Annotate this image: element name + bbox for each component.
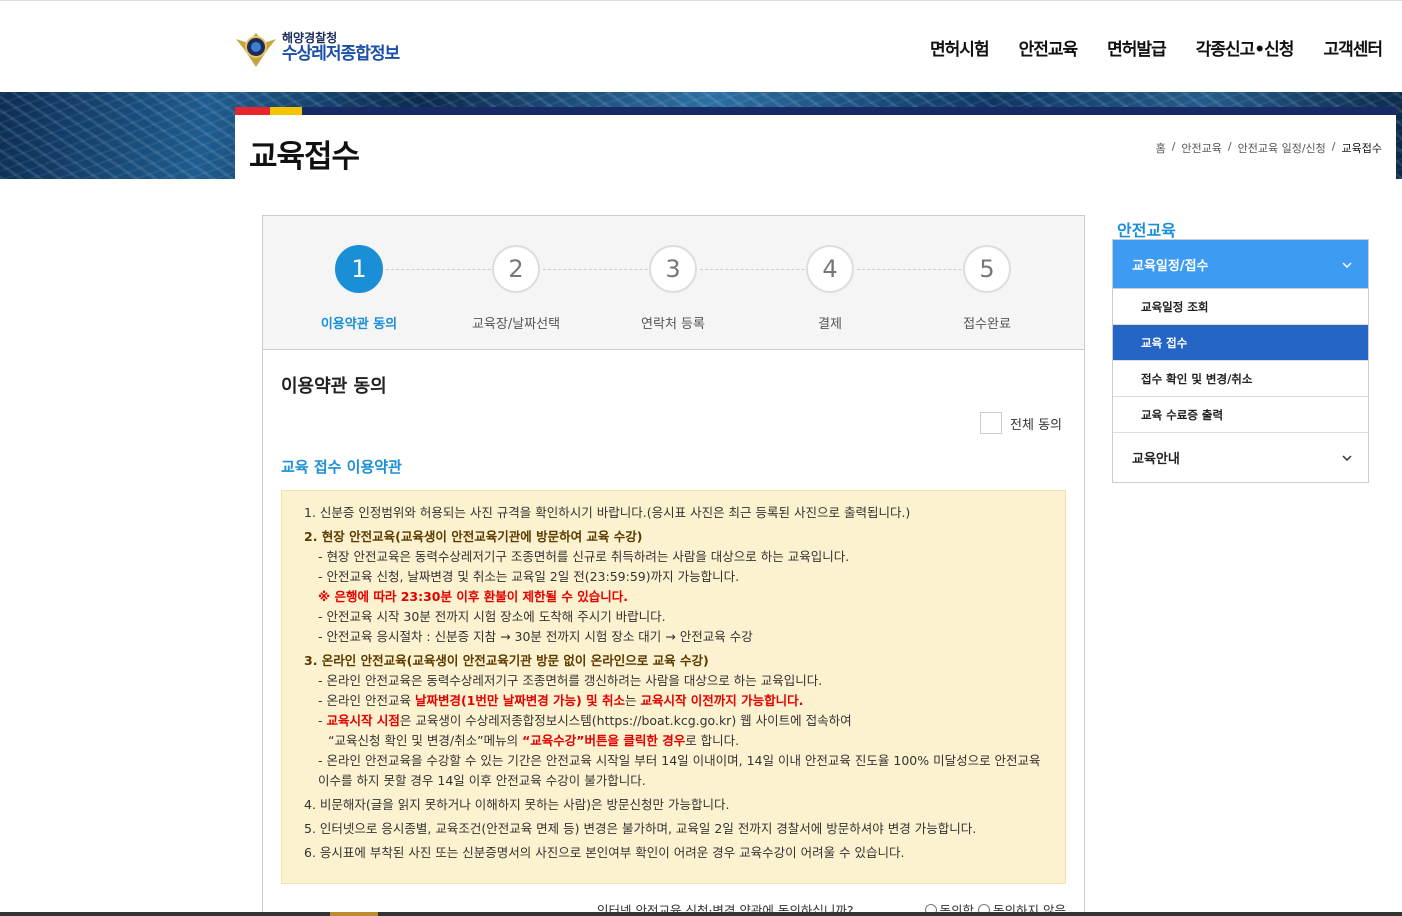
breadcrumb-home[interactable]: 홈 (1156, 140, 1166, 156)
sidebar-nav: 교육일정/접수 교육일정 조회 교육 접수 접수 확인 및 변경/취소 교육 수… (1112, 239, 1369, 483)
term-3: 3. 온라인 안전교육(교육생이 안전교육기관 방문 없이 온라인으로 교육 수… (304, 653, 709, 668)
sidebar-title: 안전교육 (1117, 221, 1176, 240)
logo-big-text: 수상레저종합정보 (282, 44, 400, 65)
term-3d: - 온라인 안전교육을 수강할 수 있는 기간은 안전교육 시작일 부터 14일… (318, 753, 1041, 788)
site-header: 해양경찰청 수상레저종합정보 면허시험 안전교육 면허발급 각종신고•신청 고객… (0, 0, 1402, 92)
sidebar-group-schedule[interactable]: 교육일정/접수 (1113, 240, 1368, 289)
page-title: 교육접수 (249, 139, 360, 175)
nav-customer-center[interactable]: 고객센터 (1323, 35, 1383, 60)
color-stripe (235, 107, 1396, 115)
horizontal-scrollbar[interactable] (0, 912, 1402, 916)
agree-all-label: 전체 동의 (1010, 417, 1062, 433)
step-circle: 1 (335, 245, 383, 293)
term-3c: - 교육시작 시점은 교육생이 수상레저종합정보시스템(https://boat… (318, 713, 852, 728)
step-4: 4 결제 (760, 245, 900, 332)
step-2: 2 교육장/날짜선택 (446, 245, 586, 332)
term-2a: - 현장 안전교육은 동력수상레저기구 조종면허를 신규로 취득하려는 사람을 … (318, 549, 850, 564)
step-label: 교육장/날짜선택 (471, 317, 561, 332)
chevron-down-icon (1342, 451, 1352, 464)
term-5: 5. 인터넷으로 응시종별, 교육조건(안전교육 면제 등) 변경은 불가하며,… (304, 821, 977, 836)
checkbox-box[interactable] (980, 412, 1003, 434)
step-circle: 2 (492, 245, 540, 293)
term-3a: - 온라인 안전교육은 동력수상레저기구 조종면허를 갱신하려는 사람을 대상으… (318, 673, 823, 688)
site-logo[interactable]: 해양경찰청 수상레저종합정보 (234, 27, 400, 69)
sidebar-item-registration[interactable]: 교육 접수 (1113, 325, 1368, 361)
registration-panel: 1 이용약관 동의 2 교육장/날짜선택 3 연락처 등록 4 결제 5 접수완… (262, 215, 1085, 916)
nav-reports-requests[interactable]: 각종신고•신청 (1196, 35, 1295, 60)
police-emblem-icon (234, 27, 278, 69)
term-3c-cont: “교육신청 확인 및 변경/취소”메뉴의 “교육수강”버튼을 클릭한 경우로 합… (328, 733, 740, 748)
term-3b: - 온라인 안전교육 날짜변경(1번만 날짜변경 가능) 및 취소는 교육시작 … (318, 693, 804, 708)
step-circle: 4 (806, 245, 854, 293)
section-title: 이용약관 동의 (281, 376, 387, 397)
terms-box: 1. 신분증 인정범위와 허용되는 사진 규격을 확인하시기 바랍니다.(응시표… (281, 490, 1066, 884)
sidebar-item-schedule-view[interactable]: 교육일정 조회 (1113, 289, 1368, 325)
nav-safety-education[interactable]: 안전교육 (1019, 35, 1079, 60)
breadcrumb-schedule[interactable]: 안전교육 일정/신청 (1238, 140, 1326, 156)
term-2c: ※ 은행에 따라 23:30분 이후 환불이 제한될 수 있습니다. (318, 589, 629, 604)
sidebar-item-certificate[interactable]: 교육 수료증 출력 (1113, 397, 1368, 433)
nav-license-exam[interactable]: 면허시험 (930, 35, 990, 60)
term-2b: - 안전교육 신청, 날짜변경 및 취소는 교육일 2일 전(23:59:59)… (318, 569, 740, 584)
breadcrumb-current: 교육접수 (1341, 142, 1382, 155)
step-label: 연락처 등록 (641, 317, 705, 332)
page-title-box: 교육접수 홈 / 안전교육 / 안전교육 일정/신청 / 교육접수 (235, 107, 1396, 179)
term-4: 4. 비문해자(글을 읽지 못하거나 이해하지 못하는 사람)은 방문신청만 가… (304, 797, 730, 812)
step-label: 이용약관 동의 (320, 317, 398, 332)
chevron-down-icon (1342, 258, 1352, 271)
term-2e: - 안전교육 응시절차 : 신분증 지참 → 30분 전까지 시험 장소 대기 … (318, 629, 753, 644)
agree-all-checkbox[interactable]: 전체 동의 (980, 412, 1062, 434)
sidebar-item-confirm-change[interactable]: 접수 확인 및 변경/취소 (1113, 361, 1368, 397)
sidebar-group-guide[interactable]: 교육안내 (1113, 433, 1368, 482)
step-3: 3 연락처 등록 (603, 245, 743, 332)
step-5: 5 접수완료 (917, 245, 1057, 332)
nav-license-issue[interactable]: 면허발급 (1107, 35, 1167, 60)
main-nav: 면허시험 안전교육 면허발급 각종신고•신청 고객센터 (900, 35, 1383, 60)
term-2: 2. 현장 안전교육(교육생이 안전교육기관에 방문하여 교육 수강) (304, 529, 643, 544)
step-circle: 5 (963, 245, 1011, 293)
term-1: 1. 신분증 인정범위와 허용되는 사진 규격을 확인하시기 바랍니다.(응시표… (304, 505, 911, 520)
term-2d: - 안전교육 시작 30분 전까지 시험 장소에 도착해 주시기 바랍니다. (318, 609, 666, 624)
terms-title: 교육 접수 이용약관 (281, 458, 402, 476)
step-label: 결제 (818, 317, 842, 332)
breadcrumb: 홈 / 안전교육 / 안전교육 일정/신청 / 교육접수 (1155, 140, 1382, 156)
step-1: 1 이용약관 동의 (289, 245, 429, 332)
scrollbar-thumb[interactable] (330, 912, 378, 916)
step-indicator: 1 이용약관 동의 2 교육장/날짜선택 3 연락처 등록 4 결제 5 접수완… (263, 216, 1084, 350)
step-label: 접수완료 (963, 317, 1011, 332)
term-6: 6. 응시표에 부착된 사진 또는 신분증명서의 사진으로 본인여부 확인이 어… (304, 845, 905, 860)
step-circle: 3 (649, 245, 697, 293)
breadcrumb-safety[interactable]: 안전교육 (1181, 140, 1221, 156)
